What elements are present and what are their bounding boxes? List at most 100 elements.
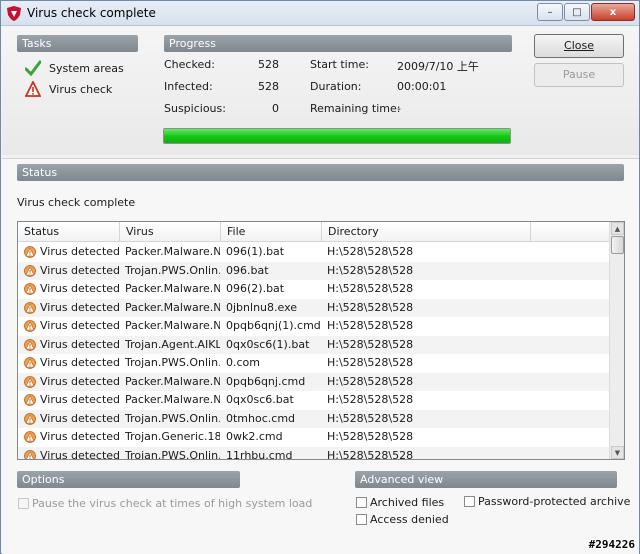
table-row[interactable]: Virus detected Packer.Malware.N... 096(1).… (18, 243, 610, 262)
table-row[interactable]: Virus detected Packer.Malware.N... 0jbnlnu… (18, 298, 610, 317)
cell-status: Virus detected (40, 282, 120, 295)
progress-header: Progress (164, 35, 512, 52)
cell-file: 096(1).bat (226, 245, 285, 258)
virus-warning-icon (24, 375, 36, 388)
close-window-button[interactable]: x (591, 3, 635, 21)
virus-warning-icon (24, 338, 36, 351)
pause-button[interactable]: Pause (534, 63, 624, 87)
close-button-label: Close (564, 39, 594, 52)
close-button[interactable]: Close (534, 34, 624, 58)
virus-warning-icon (24, 301, 36, 314)
minimize-button[interactable]: – (537, 3, 563, 21)
cell-status: Virus detected (40, 356, 120, 369)
cell-virus: Packer.Malware.N... (125, 300, 220, 314)
table-row[interactable]: Virus detected Packer.Malware.N... 0pqb6qn… (18, 372, 610, 391)
task-virus-check: Virus check (25, 81, 112, 97)
table-row[interactable]: Virus detected Trojan.Generic.18... 0wk2.c… (18, 428, 610, 447)
cell-file: 096(2).bat (226, 282, 285, 295)
cell-directory: H:\528\528\528 (327, 393, 414, 406)
checkmark-icon (25, 60, 41, 76)
virus-warning-icon (24, 412, 36, 425)
task-system-areas: System areas (25, 60, 124, 76)
infected-label: Infected: (164, 80, 213, 93)
cell-file: 11rhbu.cmd (226, 448, 293, 460)
options-header: Options (17, 471, 240, 488)
table-row[interactable]: Virus detected Packer.Malware.N... 0pqb6qn… (18, 317, 610, 336)
cell-directory: H:\528\528\528 (327, 263, 414, 277)
scroll-up-icon[interactable]: ▲ (611, 222, 624, 235)
cell-status: Virus detected (40, 374, 120, 388)
virus-warning-icon (24, 246, 36, 258)
cell-directory: H:\528\528\528 (327, 245, 414, 258)
column-header-virus[interactable]: Virus (120, 222, 221, 242)
table-row[interactable]: Virus detected Packer.Malware.N... 0qx0sc6… (18, 391, 610, 410)
maximize-button[interactable]: □ (564, 3, 590, 21)
cell-status: Virus detected (40, 411, 120, 425)
task-label: System areas (49, 61, 124, 75)
watermark-text: #294226 (588, 538, 635, 551)
cell-directory: H:\528\528\528 (327, 430, 414, 443)
virus-warning-icon (24, 320, 36, 332)
column-header-directory[interactable]: Directory (322, 222, 531, 242)
task-label: Virus check (49, 82, 113, 96)
cell-status: Virus detected (40, 245, 120, 258)
checked-value: 528 (258, 58, 279, 71)
table-row[interactable]: Virus detected Trojan.PWS.Onlin... 0.com H:… (18, 354, 610, 373)
cell-directory: H:\528\528\528 (327, 374, 414, 388)
table-row[interactable]: Virus detected Trojan.PWS.Onlin... 096.bat… (18, 261, 610, 280)
status-header: Status (17, 164, 624, 181)
pause-high-load-label: Pause the virus check at times of high s… (32, 497, 313, 510)
duration-value: 00:00:01 (397, 80, 447, 93)
checked-label: Checked: (164, 58, 215, 71)
virus-warning-icon (24, 449, 36, 459)
table-body: Virus detected Packer.Malware.N... 096(1).… (18, 243, 610, 460)
cell-status: Virus detected (40, 263, 120, 277)
cell-status: Virus detected (40, 337, 120, 351)
cell-file: 0qx0sc6(1).bat (226, 337, 310, 351)
archived-files-checkbox[interactable] (356, 497, 367, 508)
cell-file: 0.com (226, 356, 260, 369)
table-row[interactable]: Virus detected Trojan.PWS.Onlin... 11rhbu.… (18, 446, 610, 460)
cell-virus: Packer.Malware.N... (125, 282, 220, 295)
cell-status: Virus detected (40, 319, 120, 332)
cell-virus: Packer.Malware.N... (125, 245, 220, 258)
column-header-file[interactable]: File (221, 222, 322, 242)
cell-status: Virus detected (40, 430, 120, 443)
column-header-status[interactable]: Status (18, 222, 120, 242)
scroll-down-icon[interactable]: ▼ (611, 446, 624, 459)
password-archive-checkbox[interactable] (464, 496, 475, 507)
password-archive-label: Password-protected archive (478, 495, 631, 508)
cell-directory: H:\528\528\528 (327, 300, 414, 314)
table-row[interactable]: Virus detected Trojan.Agent.AIKL ... 0qx0s… (18, 335, 610, 354)
virus-warning-icon (24, 264, 36, 277)
cell-file: 0qx0sc6.bat (226, 393, 294, 406)
results-table[interactable]: Status Virus File Directory Virus detect… (17, 221, 625, 460)
cell-file: 0tmhoc.cmd (226, 411, 296, 425)
window-title: Virus check complete (27, 6, 156, 20)
scroll-thumb[interactable] (611, 236, 624, 254)
archived-files-label: Archived files (370, 496, 445, 509)
cell-directory: H:\528\528\528 (327, 448, 414, 460)
start-time-value: 2009/7/10 上午 (397, 60, 479, 73)
progress-fill (164, 129, 510, 143)
cell-virus: Trojan.PWS.Onlin... (125, 448, 220, 460)
cell-virus: Trojan.PWS.Onlin... (125, 263, 220, 277)
table-row[interactable]: Virus detected Packer.Malware.N... 096(2).… (18, 280, 610, 299)
virus-warning-icon (24, 431, 36, 443)
remaining-time-value: - (397, 102, 401, 115)
cell-virus: Packer.Malware.N... (125, 319, 220, 332)
title-bar[interactable]: Virus check complete – □ x (1, 1, 639, 26)
status-message: Virus check complete (17, 196, 136, 209)
dialog-window: Virus check complete – □ x Tasks System … (0, 0, 640, 554)
cell-directory: H:\528\528\528 (327, 411, 414, 425)
access-denied-checkbox[interactable] (356, 514, 367, 525)
vertical-scrollbar[interactable]: ▲ ▼ (609, 222, 624, 459)
pause-high-load-checkbox[interactable] (18, 498, 29, 509)
cell-virus: Trojan.Generic.18... (125, 430, 220, 443)
cell-file: 096.bat (226, 263, 269, 277)
warning-triangle-icon (25, 81, 41, 97)
table-row[interactable]: Virus detected Trojan.PWS.Onlin... 0tmhoc.… (18, 409, 610, 428)
cell-directory: H:\528\528\528 (327, 319, 414, 332)
access-denied-label: Access denied (370, 513, 449, 526)
cell-file: 0wk2.cmd (226, 430, 283, 443)
